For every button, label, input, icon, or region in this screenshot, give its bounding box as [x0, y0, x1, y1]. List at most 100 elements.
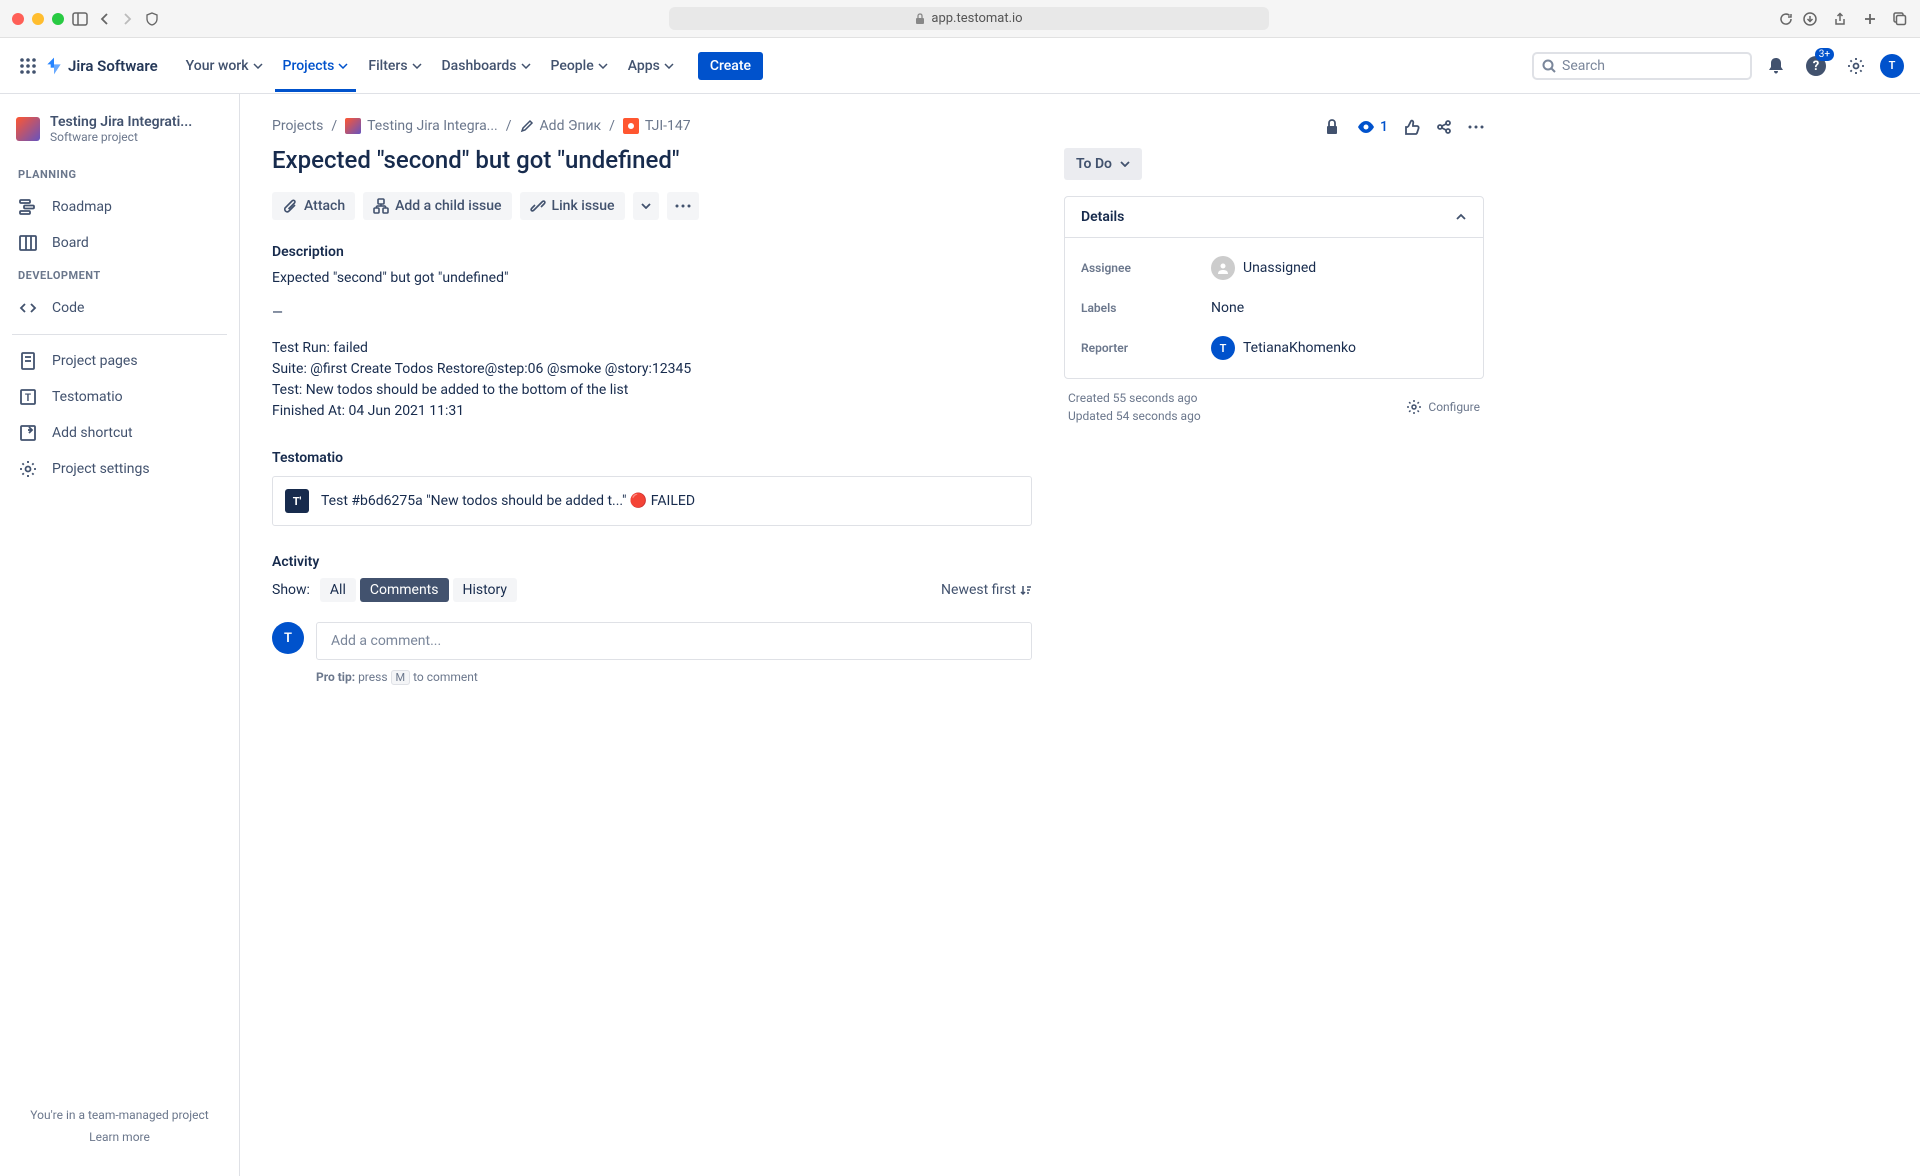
chevron-down-icon: [664, 63, 674, 69]
nav-your-work[interactable]: Your work: [178, 52, 271, 80]
sidebar-divider: [12, 334, 227, 335]
nav-people[interactable]: People: [543, 52, 616, 80]
watchers-button[interactable]: 1: [1356, 119, 1388, 135]
back-icon[interactable]: [96, 11, 112, 27]
jira-logo-icon: [44, 56, 64, 76]
jira-top-nav: Jira Software Your work Projects Filters…: [0, 38, 1920, 94]
app-switcher-icon[interactable]: [16, 54, 40, 78]
jira-logo[interactable]: Jira Software: [44, 56, 158, 76]
shield-icon[interactable]: [144, 11, 160, 27]
tabs-icon[interactable]: [1892, 11, 1908, 27]
reporter-avatar: T: [1211, 336, 1235, 360]
gear-icon: [18, 459, 38, 479]
description-text[interactable]: Expected "second" but got "undefined" — …: [272, 268, 1032, 422]
comment-avatar: T: [272, 622, 304, 654]
sidebar-label: Add shortcut: [52, 425, 133, 441]
details-header[interactable]: Details: [1065, 197, 1483, 238]
sidebar-item-roadmap[interactable]: Roadmap: [8, 189, 231, 225]
detail-assignee[interactable]: Assignee Unassigned: [1065, 246, 1483, 290]
nav-dashboards[interactable]: Dashboards: [434, 52, 539, 80]
minimize-window[interactable]: [32, 13, 44, 25]
nav-projects[interactable]: Projects: [275, 40, 357, 92]
sidebar-item-code[interactable]: Code: [8, 290, 231, 326]
roadmap-icon: [18, 197, 38, 217]
pages-icon: [18, 351, 38, 371]
detail-labels[interactable]: Labels None: [1065, 290, 1483, 326]
created-text: Created 55 seconds ago: [1068, 391, 1201, 405]
more-actions-button[interactable]: [667, 192, 699, 220]
breadcrumb-project[interactable]: Testing Jira Integra...: [345, 118, 498, 134]
pencil-icon: [520, 119, 534, 133]
learn-more-link[interactable]: Learn more: [20, 1130, 219, 1144]
search-placeholder: Search: [1562, 58, 1605, 74]
tab-comments[interactable]: Comments: [360, 578, 449, 602]
sidebar-label: Project pages: [52, 353, 138, 369]
sidebar-item-project-pages[interactable]: Project pages: [8, 343, 231, 379]
nav-filters[interactable]: Filters: [360, 52, 429, 80]
help-icon[interactable]: ? 3+: [1800, 50, 1832, 82]
close-window[interactable]: [12, 13, 24, 25]
gear-icon: [1406, 399, 1422, 415]
chevron-down-icon: [641, 203, 651, 209]
sidebar-item-testomatio[interactable]: T Testomatio: [8, 379, 231, 415]
breadcrumb-epic[interactable]: Add Эпик: [520, 118, 602, 134]
comment-input[interactable]: Add a comment...: [316, 622, 1032, 660]
maximize-window[interactable]: [52, 13, 64, 25]
create-button[interactable]: Create: [698, 52, 763, 80]
board-icon: [18, 233, 38, 253]
nav-apps[interactable]: Apps: [620, 52, 682, 80]
lock-button[interactable]: [1324, 118, 1340, 136]
breadcrumb: Projects / Testing Jira Integra... / Add…: [272, 118, 1032, 134]
pro-tip: Pro tip: press M to comment: [316, 670, 1032, 684]
details-panel: Details Assignee Unassigned: [1064, 196, 1484, 379]
sidebar-toggle-icon[interactable]: [72, 11, 88, 27]
chevron-down-icon: [338, 63, 348, 69]
breadcrumb-issue[interactable]: TJI-147: [623, 118, 691, 134]
status-dropdown[interactable]: To Do: [1064, 148, 1142, 180]
code-icon: [18, 298, 38, 318]
more-button[interactable]: [1468, 125, 1484, 129]
add-child-button[interactable]: Add a child issue: [363, 192, 511, 220]
bug-icon: [623, 118, 639, 134]
download-icon[interactable]: [1802, 11, 1818, 27]
description-heading: Description: [272, 244, 1032, 260]
url-bar[interactable]: app.testomat.io: [669, 7, 1269, 30]
svg-text:T: T: [25, 393, 31, 404]
sidebar-item-project-settings[interactable]: Project settings: [8, 451, 231, 487]
share-button[interactable]: [1436, 119, 1452, 135]
search-icon: [1542, 59, 1556, 73]
breadcrumb-projects[interactable]: Projects: [272, 118, 323, 134]
share-icon: [1436, 119, 1452, 135]
issue-title[interactable]: Expected "second" but got "undefined": [272, 146, 1032, 174]
share-icon[interactable]: [1832, 11, 1848, 27]
refresh-icon[interactable]: [1778, 11, 1794, 27]
testomatio-card-text: Test #b6d6275a "New todos should be adde…: [321, 493, 695, 509]
like-button[interactable]: [1404, 119, 1420, 135]
attach-button[interactable]: Attach: [272, 192, 355, 220]
link-button[interactable]: Link issue: [520, 192, 625, 220]
tab-history[interactable]: History: [453, 578, 518, 602]
tab-all[interactable]: All: [320, 578, 356, 602]
key-chip: M: [391, 670, 411, 685]
notifications-icon[interactable]: [1760, 50, 1792, 82]
thumbsup-icon: [1404, 119, 1420, 135]
new-tab-icon[interactable]: [1862, 11, 1878, 27]
sidebar-footer-text: You're in a team-managed project: [20, 1108, 219, 1122]
link-dropdown-button[interactable]: [633, 192, 659, 220]
project-header[interactable]: Testing Jira Integrati... Software proje…: [8, 114, 231, 160]
search-input[interactable]: Search: [1532, 52, 1752, 80]
unassigned-avatar-icon: [1211, 256, 1235, 280]
sort-button[interactable]: Newest first: [941, 582, 1032, 598]
settings-icon[interactable]: [1840, 50, 1872, 82]
sidebar-item-board[interactable]: Board: [8, 225, 231, 261]
detail-reporter[interactable]: Reporter T TetianaKhomenko: [1065, 326, 1483, 370]
forward-icon[interactable]: [120, 11, 136, 27]
ellipsis-icon: [675, 204, 691, 208]
jira-logo-text: Jira Software: [68, 57, 158, 75]
testomatio-card[interactable]: T' Test #b6d6275a "New todos should be a…: [272, 476, 1032, 526]
sidebar-section-planning: PLANNING: [8, 160, 231, 189]
user-avatar[interactable]: T: [1880, 54, 1904, 78]
project-mini-icon: [345, 118, 361, 134]
configure-link[interactable]: Configure: [1406, 399, 1480, 415]
sidebar-item-add-shortcut[interactable]: Add shortcut: [8, 415, 231, 451]
